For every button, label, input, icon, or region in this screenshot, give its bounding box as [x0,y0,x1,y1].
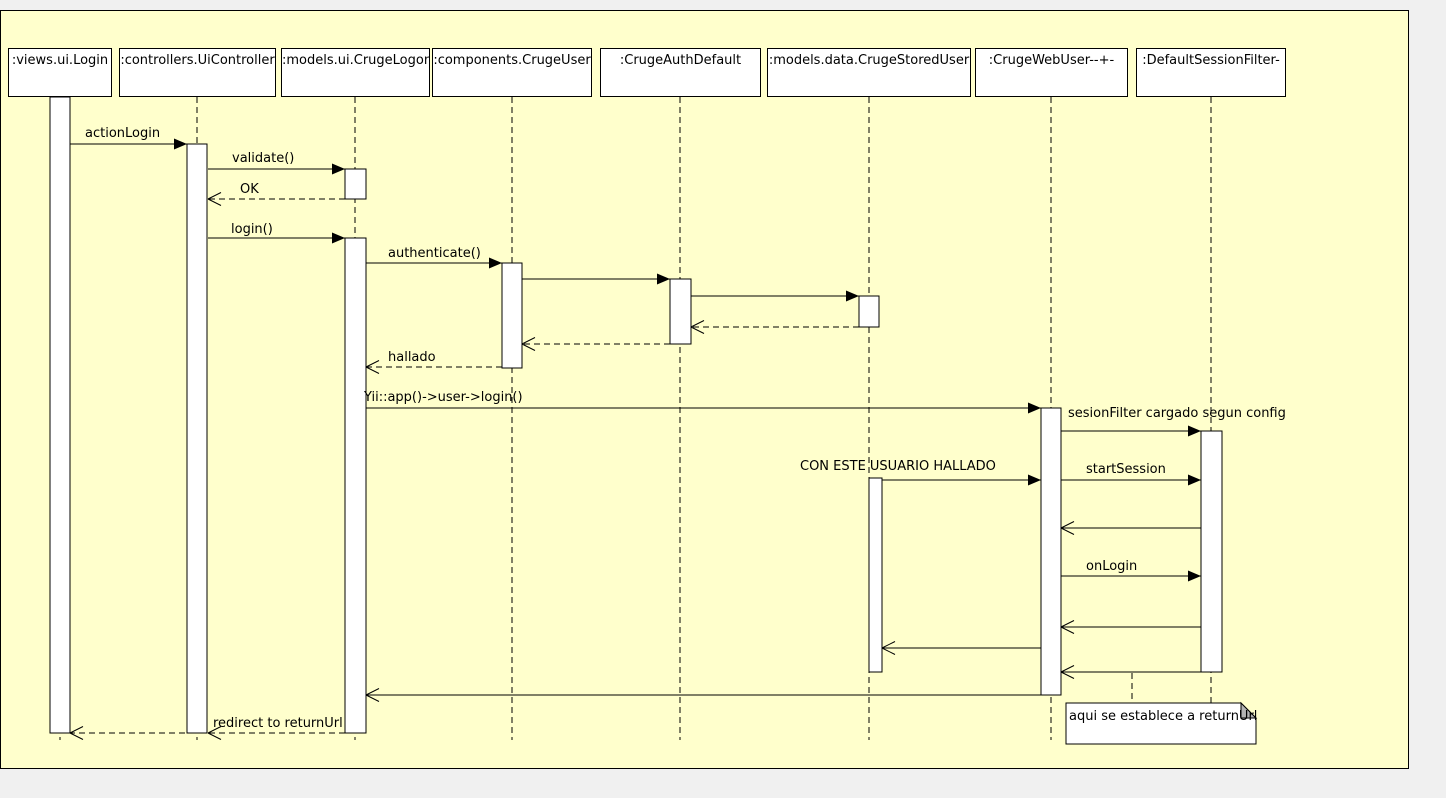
message-label-0: actionLogin [85,126,160,141]
lifeline-header-crugewebuser: :CrugeWebUser--+- [975,48,1128,97]
message-label-15: onLogin [1086,559,1137,574]
message-label-1: validate() [232,151,294,166]
message-label-2: OK [240,182,259,197]
lifeline-header-views-ui-login: :views.ui.Login [8,48,112,97]
message-label-4: authenticate() [388,246,481,261]
lifeline-header-models-ui-crugelogon: :models.ui.CrugeLogon [281,48,430,97]
message-label-12: CON ESTE USUARIO HALLADO [800,459,996,474]
lifeline-header-crugeauthdefault: :CrugeAuthDefault [600,48,761,97]
message-label-20: redirect to returnUrl [213,716,343,731]
message-label-11: sesionFilter cargado segun config [1068,406,1286,421]
lifeline-header-controllers-uicontroller: :controllers.UiController [119,48,276,97]
lifeline-header-components-crugeuser: :components.CrugeUser [432,48,592,97]
note-text: aqui se establece a returnUrl [1069,709,1257,724]
diagram-canvas [0,10,1409,769]
message-label-10: Yii::app()->user->login() [364,390,523,405]
sequence-diagram-stage: :views.ui.Login:controllers.UiController… [0,0,1446,798]
message-label-13: startSession [1086,462,1166,477]
lifeline-header-defaultsessionfilter: :DefaultSessionFilter- [1136,48,1286,97]
message-label-9: hallado [388,350,436,365]
lifeline-header-models-data-crugestoreduser: :models.data.CrugeStoredUser [767,48,971,97]
message-label-3: login() [231,222,273,237]
